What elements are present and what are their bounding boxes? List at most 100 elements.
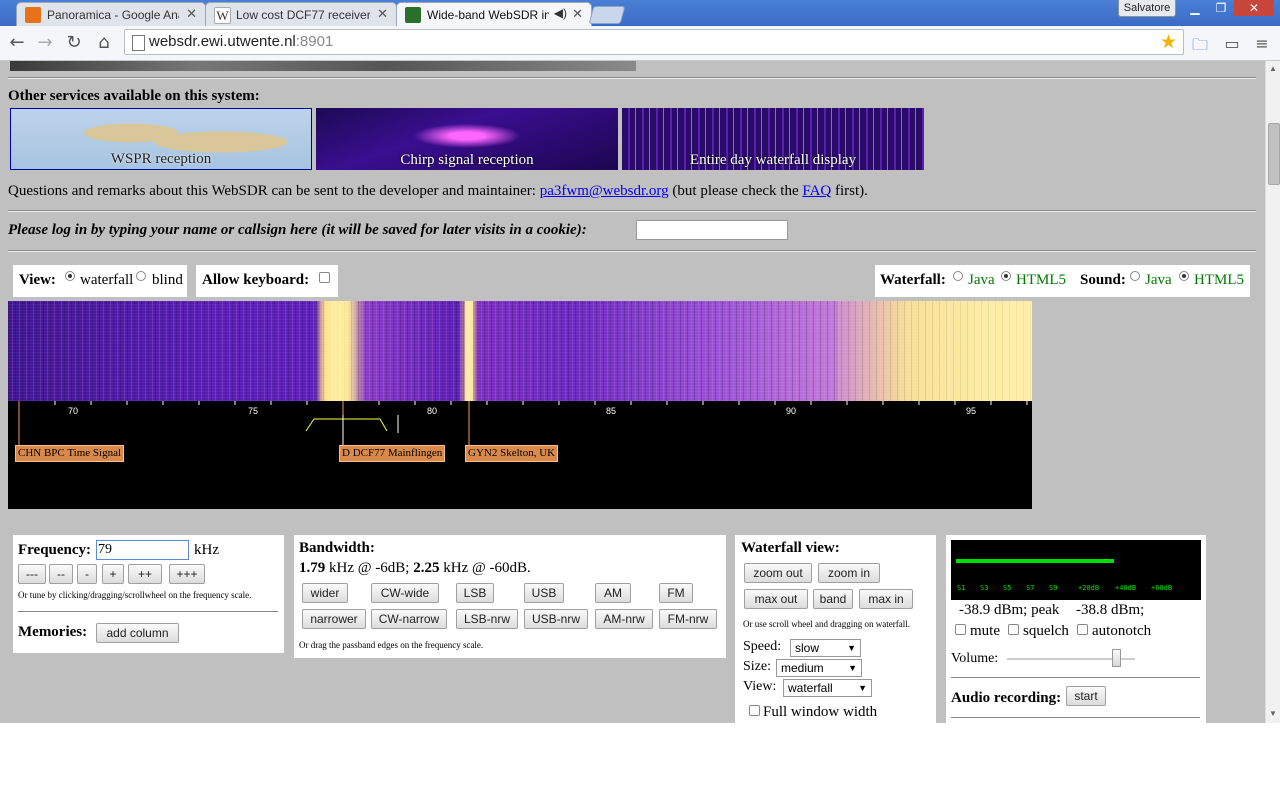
address-bar[interactable]: websdr.ewi.utwente.nl:8901 ★ [124,29,1184,55]
tune-up-large-button[interactable]: +++ [169,564,205,584]
zoom-in-button[interactable]: zoom in [818,563,880,583]
menu-icon[interactable]: ≡ [1252,34,1272,53]
service-caption: WSPR reception [110,151,212,167]
waterfall-view-panel: Waterfall view: zoom out zoom in max out… [735,535,936,723]
forward-arrow-icon[interactable]: → [34,32,56,54]
profile-button[interactable]: Salvatore [1118,0,1176,17]
fm-button[interactable]: FM [659,583,693,603]
scroll-down-icon[interactable]: ▼ [1269,709,1277,718]
wider-button[interactable]: wider [302,583,348,603]
keyboard-option: Allow keyboard: [196,265,338,297]
tick-label: 85 [606,406,616,416]
callsign-input[interactable] [636,220,788,240]
dropdown-caret-icon: ▼ [858,683,867,693]
station-label-chn-bpc[interactable]: CHN BPC Time Signal [15,445,125,462]
contact-text: Questions and remarks about this WebSDR … [8,183,868,199]
tuning-hint: Or tune by clicking/dragging/scrollwheel… [18,590,252,600]
scroll-up-icon[interactable]: ▲ [1269,64,1277,73]
station-label-gyn2[interactable]: GYN2 Skelton, UK [465,445,559,462]
frequency-input[interactable]: 79 [96,540,189,560]
add-memory-column-button[interactable]: add column [96,623,179,643]
tune-up-small-button[interactable]: + [102,564,124,584]
squelch-checkbox[interactable] [1008,624,1019,635]
cast-icon[interactable]: ▭ [1222,34,1242,53]
tick-label: 80 [427,406,437,416]
bookmark-star-icon[interactable]: ★ [1160,31,1177,54]
login-label: Please log in by typing your name or cal… [8,222,587,238]
tab-label: Wide-band WebSDR in E [427,8,549,22]
close-tab-icon[interactable]: ✕ [572,6,583,22]
max-out-button[interactable]: max out [744,589,808,609]
max-in-button[interactable]: max in [859,589,913,609]
scrollbar-thumb[interactable] [1268,123,1280,185]
sound-html5-radio[interactable] [1179,271,1189,281]
waterfall-display[interactable] [8,301,1032,401]
browser-toolbar: ← → ↻ ⌂ websdr.ewi.utwente.nl:8901 ★ 🗀 ▭… [0,26,1280,61]
tune-down-medium-button[interactable]: -- [49,564,73,584]
restore-icon[interactable]: ❐ [1208,0,1234,16]
signal-dbm: -38.9 dBm; peak [959,602,1060,618]
passband-hint: Or drag the passband edges on the freque… [299,640,484,650]
tab-websdr[interactable]: Wide-band WebSDR in E ◀︎) ✕ [396,2,592,26]
band-button[interactable]: band [813,589,853,609]
narrower-button[interactable]: narrower [302,609,366,629]
tune-down-large-button[interactable]: --- [18,564,46,584]
usb-narrow-button[interactable]: USB-nrw [524,609,588,629]
view-waterfall-radio[interactable] [65,271,75,281]
dropdown-caret-icon: ▼ [848,663,857,673]
faq-link[interactable]: FAQ [802,183,831,199]
am-button[interactable]: AM [595,583,631,603]
am-narrow-button[interactable]: AM-nrw [595,609,653,629]
start-recording-button[interactable]: start [1066,686,1106,706]
volume-slider-handle[interactable] [1112,649,1121,667]
fm-narrow-button[interactable]: FM-nrw [659,609,717,629]
analytics-favicon-icon [25,7,41,23]
waterfall-html5-radio[interactable] [1001,271,1011,281]
home-icon[interactable]: ⌂ [93,32,115,54]
url-text: websdr.ewi.utwente.nl:8901 [149,33,334,50]
close-window-icon[interactable]: ✕ [1234,0,1274,16]
frequency-scale[interactable]: 70 75 80 85 90 95 CHN BPC Time Signal D … [8,401,1032,509]
tab-label: Low cost DCF77 receiver - D [236,8,370,22]
lsb-button[interactable]: LSB [456,583,494,603]
station-label-dcf77[interactable]: D DCF77 Mainflingen [339,445,446,462]
mute-checkbox[interactable] [955,624,966,635]
audio-panel: S1 S3 S5 S7 S9 +20dB +40dB +60dB -38.9 d… [946,535,1206,723]
page-scrollbar[interactable]: ▲ ▼ [1265,61,1280,723]
usb-button[interactable]: USB [524,583,564,603]
autonotch-checkbox[interactable] [1077,624,1088,635]
tick-label: 75 [248,406,258,416]
sound-java-radio[interactable] [1130,271,1140,281]
speed-select[interactable]: slow ▼ [790,639,861,657]
new-tab-button[interactable] [588,6,626,24]
minimize-icon[interactable]: ▁ [1182,0,1208,16]
tune-up-medium-button[interactable]: ++ [128,564,162,584]
tune-down-small-button[interactable]: - [77,564,97,584]
lsb-narrow-button[interactable]: LSB-nrw [456,609,518,629]
signal-trace [465,301,473,401]
email-link[interactable]: pa3fwm@websdr.org [540,183,669,199]
close-tab-icon[interactable]: ✕ [377,6,388,22]
close-tab-icon[interactable]: ✕ [186,6,197,22]
divider [18,611,278,612]
tab-dcf77-receiver[interactable]: W Low cost DCF77 receiver - D ✕ [205,2,397,26]
view-select[interactable]: waterfall ▼ [783,679,872,697]
cw-narrow-button[interactable]: CW-narrow [371,609,447,629]
back-arrow-icon[interactable]: ← [6,32,28,54]
full-width-checkbox[interactable] [749,705,760,716]
size-select[interactable]: medium ▼ [776,659,862,677]
chirp-service-link[interactable]: Chirp signal reception [316,108,618,170]
cw-wide-button[interactable]: CW-wide [371,583,439,603]
day-waterfall-service-link[interactable]: Entire day waterfall display [622,108,924,170]
reload-icon[interactable]: ↻ [63,32,85,54]
view-blind-radio[interactable] [136,271,146,281]
tab-google-analytics[interactable]: Panoramica - Google Analytic ✕ [16,2,206,26]
wspr-service-link[interactable]: WSPR reception [10,108,312,170]
peak-dbm: -38.8 dBm; [1076,602,1145,618]
zoom-out-button[interactable]: zoom out [744,563,812,583]
folder-icon[interactable]: 🗀 [1190,34,1210,54]
waterfall-java-radio[interactable] [953,271,963,281]
allow-keyboard-checkbox[interactable] [319,272,330,283]
passband-indicator[interactable] [305,418,388,432]
view-options: View: waterfall blind [13,265,187,297]
